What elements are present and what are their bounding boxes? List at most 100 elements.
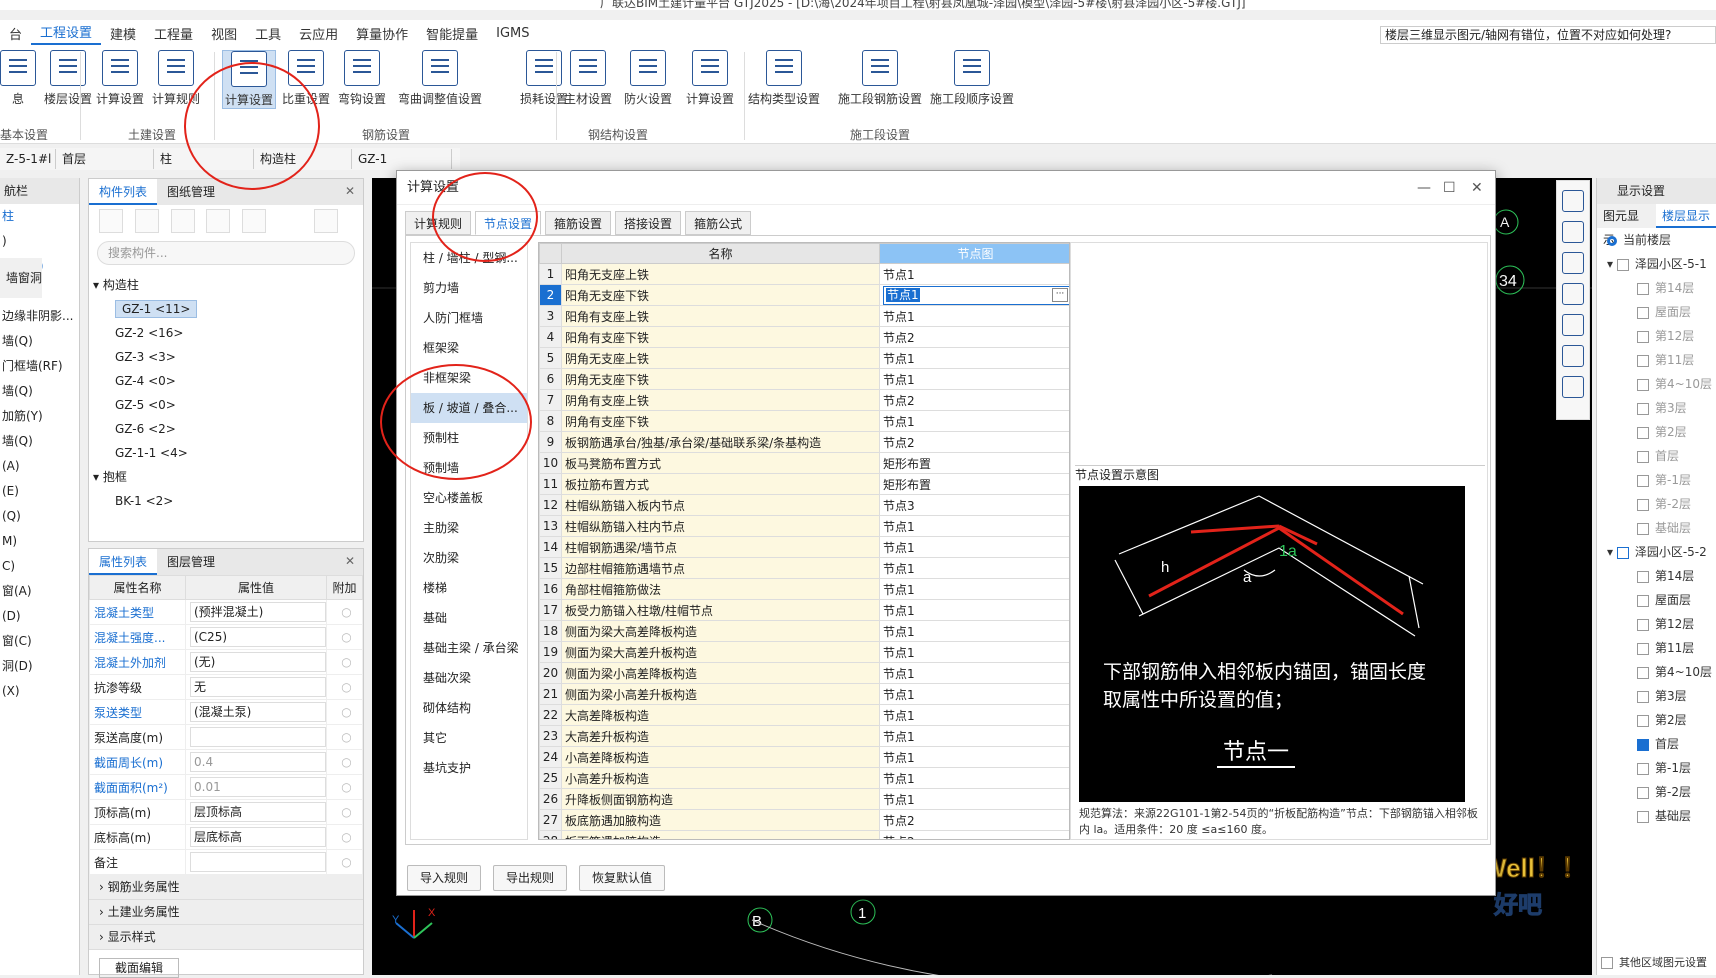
node-value-cell[interactable]: 节点3 xyxy=(879,494,1069,516)
property-section[interactable]: › 土建业务属性 xyxy=(89,900,363,925)
floor-checkbox[interactable] xyxy=(1637,570,1649,583)
tab-layer-management[interactable]: 图层管理 xyxy=(157,549,225,575)
current-floor-radio[interactable]: 当前楼层 xyxy=(1597,228,1716,252)
node-value-cell[interactable]: 节点1 xyxy=(879,263,1069,285)
property-value[interactable]: (混凝土泵) xyxy=(190,702,326,722)
property-extra-checkbox[interactable]: ○ xyxy=(326,624,363,650)
floor-checkbox[interactable] xyxy=(1637,330,1649,343)
ribbon-button[interactable]: 弯钩设置 xyxy=(338,50,386,107)
tree-item[interactable]: GZ-2 <16> xyxy=(89,321,363,345)
property-value[interactable]: (无) xyxy=(190,652,326,672)
category-item[interactable]: 次肋梁 xyxy=(411,543,527,573)
floor-checkbox[interactable] xyxy=(1637,354,1649,367)
tab-element-display[interactable]: 图元显示 xyxy=(1597,204,1656,247)
floor-item[interactable]: 基础层 xyxy=(1597,516,1716,540)
nav-item[interactable]: 加筋(Y) xyxy=(0,404,79,429)
floor-item[interactable]: 第14层 xyxy=(1597,564,1716,588)
maximize-icon[interactable]: ☐ xyxy=(1443,171,1456,205)
copy-icon[interactable] xyxy=(134,209,159,233)
category-item[interactable]: 楼梯 xyxy=(411,573,527,603)
help-search-input[interactable]: 楼层三维显示图元/轴网有错位，位置不对应如何处理? xyxy=(1380,26,1716,44)
close-icon[interactable]: ✕ xyxy=(345,184,355,198)
node-value-cell[interactable]: 节点1 xyxy=(879,410,1069,432)
table-row[interactable]: 9 板钢筋遇承台/独基/承台梁/基础联系梁/条基构造 节点2 xyxy=(539,431,1069,453)
property-value[interactable]: (C25) xyxy=(190,627,326,647)
category-item[interactable]: 砌体结构 xyxy=(411,693,527,723)
table-row[interactable]: 15 边部柱帽箍筋遇墙节点 节点1 xyxy=(539,557,1069,579)
node-value-cell[interactable]: 节点1 xyxy=(879,704,1069,726)
tree-item[interactable]: GZ-4 <0> xyxy=(89,369,363,393)
table-row[interactable]: 3 阳角有支座上铁 节点1 xyxy=(539,305,1069,327)
table-row[interactable]: 10 板马凳筋布置方式 矩形布置 xyxy=(539,452,1069,474)
delete-icon[interactable] xyxy=(170,209,195,233)
floor-item[interactable]: 第11层 xyxy=(1597,348,1716,372)
nav-item[interactable]: 窗(C) xyxy=(0,629,79,654)
ribbon-button[interactable]: 结构类型设置 xyxy=(748,50,820,107)
property-value[interactable] xyxy=(190,727,326,747)
ribbon-button[interactable]: 防火设置 xyxy=(624,50,672,107)
properties-view-icon[interactable] xyxy=(1562,376,1584,398)
nav-item[interactable]: 墙(Q) xyxy=(0,379,79,404)
property-extra-checkbox[interactable]: ○ xyxy=(326,824,363,850)
node-value-cell[interactable]: 节点1 xyxy=(879,683,1069,705)
property-value-cell[interactable]: (预拌混凝土) xyxy=(185,599,327,625)
floor-item[interactable]: 第3层 xyxy=(1597,684,1716,708)
3d-view-icon[interactable] xyxy=(1562,252,1584,274)
dialog-tab[interactable]: 箍筋公式 xyxy=(685,211,752,235)
tree-item[interactable]: GZ-5 <0> xyxy=(89,393,363,417)
floor-checkbox[interactable] xyxy=(1637,474,1649,487)
ribbon-button[interactable]: 主材设置 xyxy=(564,50,612,107)
nav-item[interactable]: M) xyxy=(0,529,79,554)
floor-checkbox[interactable] xyxy=(1637,282,1649,295)
ribbon-button[interactable]: 计算设置 xyxy=(686,50,734,107)
category-item[interactable]: 人防门框墙 xyxy=(411,303,527,333)
dialog-tab[interactable]: 箍筋设置 xyxy=(545,211,612,235)
table-row[interactable]: 25 小高差升板构造 节点1 xyxy=(539,767,1069,789)
property-value-cell[interactable] xyxy=(185,849,327,875)
table-row[interactable]: 12 柱帽纵筋锚入板内节点 节点3 xyxy=(539,494,1069,516)
table-row[interactable]: 8 阴角有支座下铁 节点1 xyxy=(539,410,1069,432)
property-value-cell[interactable]: (混凝土泵) xyxy=(185,699,327,725)
property-value[interactable]: 层底标高 xyxy=(190,827,326,847)
nav-item[interactable]: 洞(D) xyxy=(0,654,79,679)
node-value-cell[interactable]: 节点1 xyxy=(879,662,1069,684)
more-icon[interactable] xyxy=(314,209,339,233)
property-value-cell[interactable] xyxy=(185,724,327,750)
floor-checkbox[interactable] xyxy=(1637,522,1649,535)
tab-property-list[interactable]: 属性列表 xyxy=(89,549,158,575)
table-row[interactable]: 23 大高差升板构造 节点1 xyxy=(539,725,1069,747)
floor-group[interactable]: ▾ 泽园小区-5-1 xyxy=(1597,252,1716,276)
table-row[interactable]: 21 侧面为梁小高差升板构造 节点1 xyxy=(539,683,1069,705)
property-value[interactable] xyxy=(190,852,326,872)
tab-floor-display[interactable]: 楼层显示 xyxy=(1655,204,1716,228)
tree-item[interactable]: GZ-3 <3> xyxy=(89,345,363,369)
nav-item[interactable]: (X) xyxy=(0,679,79,704)
tab-drawing-management[interactable]: 图纸管理 xyxy=(157,179,225,205)
node-value-cell[interactable]: 节点1 xyxy=(879,347,1069,369)
layer-copy-icon[interactable] xyxy=(242,209,267,233)
ribbon-button[interactable]: 施工段钢筋设置 xyxy=(838,50,922,107)
floor-item[interactable]: 基础层 xyxy=(1597,804,1716,828)
nav-item[interactable]: 窗(A) xyxy=(0,579,79,604)
menu-item[interactable]: 算量协作 xyxy=(347,24,417,43)
close-icon[interactable]: ✕ xyxy=(345,554,355,568)
node-value-cell[interactable]: 节点1 xyxy=(879,767,1069,789)
node-value-cell[interactable]: 节点2 xyxy=(879,431,1069,453)
floor-checkbox[interactable] xyxy=(1637,306,1649,319)
floor-item[interactable]: 第2层 xyxy=(1597,708,1716,732)
property-value[interactable]: 0.4 xyxy=(190,752,326,772)
tree-item[interactable]: GZ-1 <11> xyxy=(89,297,363,321)
floor-checkbox[interactable] xyxy=(1637,810,1649,823)
property-value-cell[interactable]: 层顶标高 xyxy=(185,799,327,825)
node-value-cell[interactable]: 节点1 xyxy=(879,788,1069,810)
property-value[interactable]: 0.01 xyxy=(190,777,326,797)
property-value-cell[interactable]: (C25) xyxy=(185,624,327,650)
node-value-cell[interactable]: 节点2 xyxy=(879,389,1069,411)
floor-item[interactable]: 第12层 xyxy=(1597,324,1716,348)
floor-item[interactable]: 首层 xyxy=(1597,444,1716,468)
table-row[interactable]: 2 阳角无支座下铁 节点1 ··· xyxy=(539,284,1069,306)
floor-checkbox[interactable] xyxy=(1637,714,1649,727)
property-extra-checkbox[interactable]: ○ xyxy=(326,599,363,625)
floor-checkbox[interactable] xyxy=(1637,402,1649,415)
node-value-cell[interactable]: 节点1 ··· xyxy=(879,284,1069,306)
